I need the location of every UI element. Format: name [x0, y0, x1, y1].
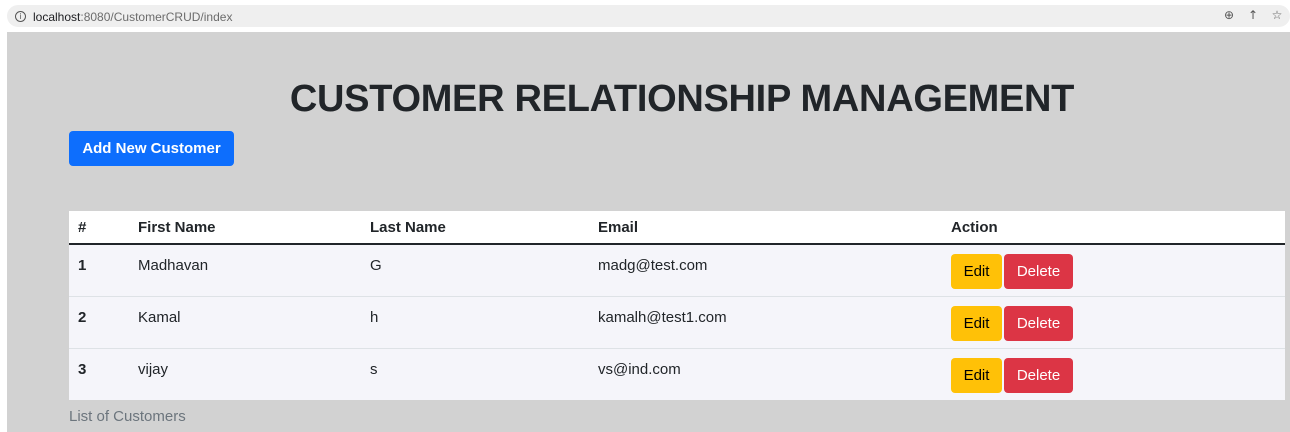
edit-button[interactable]: Edit: [951, 357, 1002, 393]
cell-action: Edit Delete: [942, 348, 1285, 400]
table-row: 3 vijay s vs@ind.com Edit Delete: [69, 348, 1285, 400]
page-body: CUSTOMER RELATIONSHIP MANAGEMENT Add New…: [7, 32, 1290, 432]
cell-first-name: Kamal: [129, 296, 361, 349]
edit-button[interactable]: Edit: [951, 305, 1002, 341]
customer-table: # First Name Last Name Email Action 1 Ma…: [69, 211, 1285, 400]
url-path: :8080/CustomerCRUD/index: [80, 10, 233, 24]
cell-first-name: Madhavan: [129, 244, 361, 297]
cell-last-name: h: [361, 296, 589, 349]
bookmark-star-icon[interactable]: ☆: [1270, 8, 1284, 22]
zoom-icon[interactable]: ⊕: [1222, 8, 1236, 22]
table-header-row: # First Name Last Name Email Action: [69, 211, 1285, 245]
url-text[interactable]: localhost:8080/CustomerCRUD/index: [33, 10, 232, 24]
header-last-name: Last Name: [361, 211, 589, 245]
share-icon[interactable]: ↑: [1246, 8, 1260, 22]
browser-address-bar: i localhost:8080/CustomerCRUD/index ⊕ ↑ …: [0, 0, 1290, 32]
url-host: localhost: [33, 10, 81, 24]
header-first-name: First Name: [129, 211, 361, 245]
table-row: 2 Kamal h kamalh@test1.com Edit Delete: [69, 296, 1285, 349]
table-row: 1 Madhavan G madg@test.com Edit Delete: [69, 244, 1285, 297]
cell-index: 3: [78, 360, 87, 378]
cell-first-name: vijay: [138, 360, 169, 378]
cell-index: 2: [69, 296, 129, 349]
edit-button[interactable]: Edit: [951, 254, 1002, 289]
header-email: Email: [589, 211, 942, 245]
delete-button[interactable]: Delete: [1004, 357, 1073, 393]
page-title: CUSTOMER RELATIONSHIP MANAGEMENT: [289, 78, 1075, 120]
cell-email: kamalh@test1.com: [589, 296, 942, 349]
cell-last-name: s: [370, 360, 378, 378]
browser-actions: ⊕ ↑ ☆: [1222, 8, 1284, 22]
cell-last-name: G: [361, 244, 589, 297]
delete-button[interactable]: Delete: [1004, 254, 1073, 289]
cell-email: madg@test.com: [589, 244, 942, 297]
add-customer-button[interactable]: Add New Customer: [69, 131, 234, 166]
table-caption: List of Customers: [69, 408, 186, 425]
header-action: Action: [942, 211, 1285, 245]
cell-index: 1: [69, 244, 129, 297]
delete-button[interactable]: Delete: [1004, 305, 1073, 341]
cell-action: Edit Delete: [942, 244, 1285, 297]
header-index: #: [69, 211, 129, 245]
cell-email: vs@ind.com: [598, 360, 681, 378]
info-icon[interactable]: i: [15, 11, 26, 22]
cell-action: Edit Delete: [942, 296, 1285, 349]
